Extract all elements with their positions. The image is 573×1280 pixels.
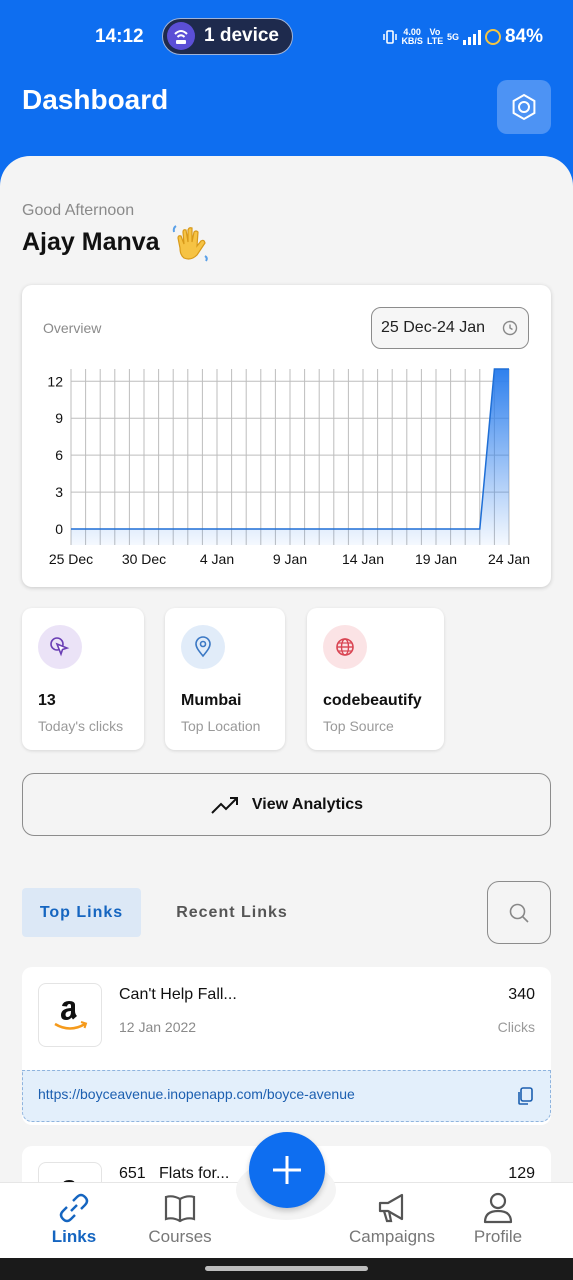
stat-label: Top Source: [323, 718, 394, 734]
stat-value: codebeautify: [323, 692, 422, 709]
gear-icon: [512, 93, 536, 121]
x-tick-label: 14 Jan: [342, 551, 384, 567]
waving-hand-icon: [172, 225, 208, 262]
system-navigation-bar: [0, 1258, 573, 1280]
speed-unit: KB/S: [401, 36, 423, 46]
battery-level: 84%: [504, 26, 543, 47]
stat-icon-bg: [323, 625, 367, 669]
battery-saver-icon: [484, 29, 501, 45]
trending-up-icon: [211, 796, 238, 814]
network-type: 5G: [446, 31, 459, 42]
amazon-logo: [38, 983, 102, 1047]
stat-icon-bg: [38, 625, 82, 669]
hotspot-icon: [167, 22, 195, 50]
clicks-area-chart: 0 3 9 6 12 25 Dec 30 Dec 4 Jan 9 Jan 14 Jan 19 Jan…: [47, 368, 530, 567]
stat-card-location[interactable]: Mumbai Top Location: [165, 608, 285, 750]
volte-indicator: Vo LTE: [426, 27, 444, 46]
create-link-button[interactable]: [249, 1132, 325, 1208]
x-tick-label: 19 Jan: [415, 551, 457, 567]
signal-icon: [462, 29, 481, 45]
link-card[interactable]: Can't Help Fall... 12 Jan 2022 340 Click…: [22, 967, 551, 1125]
link-icon: [59, 1193, 89, 1223]
device-pill-label: 1 device: [204, 25, 279, 46]
nav-item-profile[interactable]: Profile: [448, 1191, 548, 1255]
x-tick-label: 30 Dec: [122, 551, 166, 567]
tab-top-links[interactable]: Top Links: [22, 888, 141, 937]
x-tick-label: 9 Jan: [273, 551, 307, 567]
network-speed: 4.00 KB/S: [401, 28, 423, 46]
home-indicator[interactable]: [205, 1266, 368, 1271]
copy-icon[interactable]: [514, 1085, 536, 1107]
page-title: Dashboard: [22, 84, 169, 115]
globe-icon: [336, 638, 354, 656]
link-click-count: 340: [508, 986, 535, 1003]
stat-label: Today's clicks: [38, 718, 124, 734]
stat-icon-bg: [181, 625, 225, 669]
nav-label: Profile: [473, 1227, 523, 1246]
main-content: Good Afternoon Ajay Manva Overview 25 De…: [0, 156, 573, 1186]
nav-item-courses[interactable]: Courses: [130, 1191, 230, 1255]
user-icon: [483, 1192, 513, 1224]
device-pill[interactable]: 1 device: [162, 18, 293, 55]
link-date: 12 Jan 2022: [119, 1019, 197, 1035]
tab-recent-links[interactable]: Recent Links: [157, 888, 307, 937]
user-name: Ajay Manva: [22, 228, 160, 256]
search-button[interactable]: [487, 881, 551, 944]
y-tick-label: 3: [55, 484, 63, 500]
view-analytics-label: View Analytics: [251, 795, 364, 813]
y-tick-label: 6: [55, 447, 63, 463]
search-icon: [509, 903, 529, 923]
stat-value: 13: [38, 692, 56, 709]
settings-button[interactable]: [497, 80, 551, 134]
stat-card-source[interactable]: codebeautify Top Source: [307, 608, 444, 750]
link-url[interactable]: https://boyceavenue.inopenapp.com/boyce-…: [38, 1086, 355, 1102]
megaphone-icon: [378, 1193, 404, 1223]
x-tick-label: 25 Dec: [49, 551, 93, 567]
nav-item-campaigns[interactable]: Campaigns: [342, 1191, 442, 1255]
x-tick-label: 4 Jan: [200, 551, 234, 567]
greeting-text: Good Afternoon: [22, 202, 135, 219]
status-time: 14:12: [95, 26, 144, 47]
cursor-click-icon: [50, 637, 70, 657]
link-clicks-label: Clicks: [497, 1019, 535, 1035]
view-analytics-button[interactable]: View Analytics: [22, 773, 551, 836]
link-title: Can't Help Fall...: [119, 986, 237, 1003]
link-title: 651 Flats for...: [119, 1165, 230, 1182]
overview-chart-card: Overview 25 Dec-24 Jan 0 3 9 6 12 25 Dec 30 De…: [22, 285, 551, 587]
link-click-count: 129: [508, 1165, 535, 1182]
vibrate-icon: [383, 30, 398, 44]
nav-label: Links: [51, 1227, 97, 1246]
y-tick-label: 0: [55, 521, 63, 537]
book-icon: [164, 1195, 196, 1223]
nav-item-links[interactable]: Links: [24, 1191, 124, 1255]
plus-icon: [273, 1156, 301, 1184]
stat-value: Mumbai: [181, 692, 242, 709]
stat-label: Top Location: [181, 718, 261, 734]
nav-label: Campaigns: [349, 1227, 435, 1246]
map-pin-icon: [195, 636, 211, 658]
y-tick-label: 9: [55, 410, 63, 426]
stat-card-clicks[interactable]: 13 Today's clicks: [22, 608, 144, 750]
link-url-box[interactable]: https://boyceavenue.inopenapp.com/boyce-…: [22, 1070, 551, 1122]
x-tick-label: 24 Jan: [488, 551, 530, 567]
nav-label: Courses: [148, 1227, 212, 1246]
y-tick-label: 12: [47, 373, 63, 389]
status-icons: 4.00 KB/S Vo LTE 5G 84%: [383, 26, 543, 48]
status-bar: 14:12 1 device 4.00 KB/S Vo LTE 5G 84%: [0, 0, 573, 74]
